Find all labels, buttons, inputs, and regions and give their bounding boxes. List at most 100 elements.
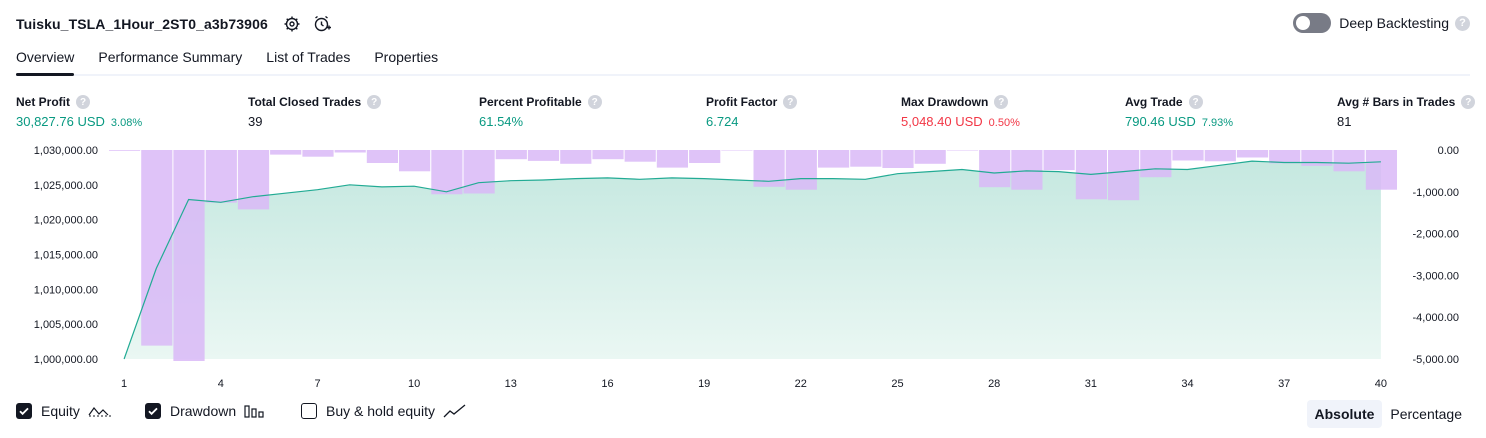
drawdown-bar <box>1172 150 1204 161</box>
left-axis-tick-label: 1,005,000.00 <box>34 319 98 331</box>
x-axis-tick-label: 10 <box>408 378 420 390</box>
metric-label: Total Closed Trades <box>248 95 362 109</box>
x-axis-tick-label: 7 <box>314 378 320 390</box>
add-alert-clock-icon[interactable] <box>312 14 332 34</box>
deep-backtesting-label: Deep Backtesting <box>1339 15 1449 31</box>
drawdown-bar <box>689 150 721 163</box>
legend-equity[interactable]: Equity <box>16 403 112 419</box>
buy-hold-checkbox[interactable] <box>301 403 317 419</box>
x-axis-tick-label: 16 <box>601 378 613 390</box>
metric-percent: 0.50% <box>988 117 1020 129</box>
drawdown-bar <box>302 150 334 157</box>
drawdown-bars-icon <box>244 403 266 419</box>
metric-value: 6.724 <box>706 114 739 129</box>
equity-checkbox[interactable] <box>16 403 32 419</box>
info-icon[interactable]: ? <box>1461 95 1476 109</box>
drawdown-bar <box>914 150 946 164</box>
metric-avg-trade: Avg Trade? 790.46 USD 7.93% <box>1125 94 1233 129</box>
tab-overview[interactable]: Overview <box>16 46 75 76</box>
percentage-mode-button[interactable]: Percentage <box>1382 400 1470 428</box>
drawdown-bar <box>141 150 173 346</box>
drawdown-bar <box>1333 150 1365 172</box>
info-icon[interactable]: ? <box>367 95 382 109</box>
info-icon[interactable]: ? <box>994 95 1009 109</box>
tab-performance-summary[interactable]: Performance Summary <box>98 46 242 74</box>
x-axis-tick-label: 19 <box>698 378 710 390</box>
left-axis-tick-label: 1,000,000.00 <box>34 354 98 366</box>
drawdown-checkbox[interactable] <box>145 403 161 419</box>
drawdown-bar <box>560 150 592 164</box>
info-icon[interactable]: ? <box>587 95 602 109</box>
metric-max-drawdown: Max Drawdown? 5,048.40 USD 0.50% <box>901 94 1020 129</box>
drawdown-bar <box>592 150 624 160</box>
drawdown-bar <box>205 150 237 203</box>
info-icon[interactable]: ? <box>1188 95 1203 109</box>
x-axis-tick-label: 13 <box>505 378 517 390</box>
drawdown-bar <box>463 150 495 194</box>
tab-list-of-trades[interactable]: List of Trades <box>266 46 350 74</box>
x-axis-tick-label: 22 <box>795 378 807 390</box>
drawdown-bar <box>1011 150 1043 190</box>
drawdown-bar <box>270 150 302 155</box>
right-axis-tick-label: -5,000.00 <box>1413 354 1459 366</box>
drawdown-bar <box>1108 150 1140 201</box>
drawdown-bar <box>366 150 398 163</box>
equity-line-icon <box>88 403 112 419</box>
info-icon[interactable]: ? <box>76 95 90 109</box>
metric-value: 39 <box>248 114 263 129</box>
right-axis-tick-label: 0.00 <box>1438 145 1459 157</box>
drawdown-bar <box>624 150 656 162</box>
x-axis-tick-label: 34 <box>1181 378 1193 390</box>
metric-label: Profit Factor <box>706 95 778 109</box>
left-axis-tick-label: 1,020,000.00 <box>34 215 98 227</box>
settings-gear-icon[interactable] <box>282 14 302 34</box>
equity-label: Equity <box>41 403 80 419</box>
metric-value: 30,827.76 USD <box>16 114 105 129</box>
metric-value: 61.54% <box>479 114 524 129</box>
x-axis-tick-label: 37 <box>1278 378 1290 390</box>
metric-value: 5,048.40 USD <box>901 114 983 129</box>
x-axis-tick-label: 1 <box>121 378 127 390</box>
tab-properties[interactable]: Properties <box>374 46 438 74</box>
metric-percent-profitable: Percent Profitable? 61.54% <box>479 94 602 129</box>
metric-label: Max Drawdown <box>901 95 989 109</box>
info-icon[interactable]: ? <box>783 95 798 109</box>
metric-percent: 7.93% <box>1201 117 1234 129</box>
metric-label: Avg # Bars in Trades <box>1337 95 1456 109</box>
drawdown-bar <box>431 150 463 195</box>
report-tabs: Overview Performance Summary List of Tra… <box>16 46 1470 76</box>
drawdown-bar <box>721 150 753 151</box>
equity-drawdown-chart[interactable]: 1,030,000.00 1,025,000.00 1,020,000.00 1,01… <box>0 140 1486 395</box>
metric-value: 81 <box>1337 114 1352 129</box>
drawdown-bar <box>109 150 141 151</box>
deep-backtesting-toggle[interactable] <box>1293 13 1332 33</box>
strategy-title: Tuisku_TSLA_1Hour_2ST0_a3b73906 <box>16 16 268 32</box>
right-axis-tick-label: -1,000.00 <box>1413 187 1459 199</box>
left-axis-tick-label: 1,015,000.00 <box>34 250 98 262</box>
metric-total-closed-trades: Total Closed Trades? 39 <box>248 94 382 129</box>
legend-drawdown[interactable]: Drawdown <box>145 403 266 419</box>
help-icon[interactable]: ? <box>1455 15 1470 31</box>
drawdown-bar <box>785 150 817 190</box>
right-axis-tick-label: -3,000.00 <box>1413 270 1459 282</box>
legend-buy-hold[interactable]: Buy & hold equity <box>301 403 467 419</box>
absolute-mode-button[interactable]: Absolute <box>1306 400 1383 428</box>
buy-hold-label: Buy & hold equity <box>326 403 435 419</box>
metric-value: 790.46 USD <box>1125 114 1196 129</box>
drawdown-bar <box>1204 150 1236 162</box>
deep-backtesting-control: Deep Backtesting ? <box>1293 13 1470 33</box>
right-axis-tick-label: -2,000.00 <box>1413 229 1459 241</box>
x-axis-tick-label: 31 <box>1085 378 1097 390</box>
drawdown-bar <box>173 150 205 361</box>
metric-net-profit: Net Profit? 30,827.76 USD 3.08% <box>16 94 142 129</box>
x-axis-tick-label: 25 <box>891 378 903 390</box>
drawdown-bar <box>495 150 527 160</box>
x-axis-tick-label: 40 <box>1375 378 1387 390</box>
drawdown-label: Drawdown <box>170 403 237 419</box>
drawdown-bar <box>527 150 560 161</box>
drawdown-bar <box>334 150 366 153</box>
drawdown-bar <box>818 150 850 168</box>
x-axis-tick-label: 4 <box>218 378 224 390</box>
drawdown-bar <box>399 150 431 172</box>
scale-mode-switch: Absolute Percentage <box>1306 400 1471 428</box>
